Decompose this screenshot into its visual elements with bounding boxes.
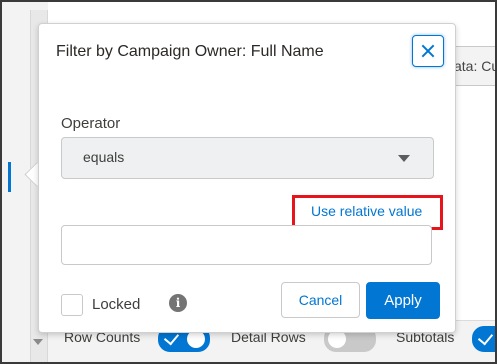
use-relative-value-link[interactable]: Use relative value xyxy=(311,203,422,219)
close-button[interactable] xyxy=(412,35,444,67)
app-frame: ata: Cu Row Counts Detail Rows Subtotals… xyxy=(0,0,497,364)
locked-label: Locked xyxy=(92,296,141,313)
active-section-marker xyxy=(8,162,11,192)
locked-checkbox[interactable] xyxy=(61,294,83,316)
operator-select[interactable]: equals xyxy=(61,137,434,179)
subtotals-toggle[interactable] xyxy=(472,326,495,352)
filter-value-input[interactable] xyxy=(61,225,432,265)
operator-label: Operator xyxy=(61,115,121,132)
scroll-down-arrow-icon[interactable] xyxy=(33,339,43,345)
info-icon[interactable]: i xyxy=(169,294,187,312)
cancel-button[interactable]: Cancel xyxy=(281,282,360,318)
popover-title: Filter by Campaign Owner: Full Name xyxy=(56,43,324,60)
operator-value: equals xyxy=(83,149,125,165)
apply-button[interactable]: Apply xyxy=(366,282,440,319)
chevron-down-icon xyxy=(398,155,410,162)
filter-popover: Filter by Campaign Owner: Full Name Oper… xyxy=(38,23,456,333)
